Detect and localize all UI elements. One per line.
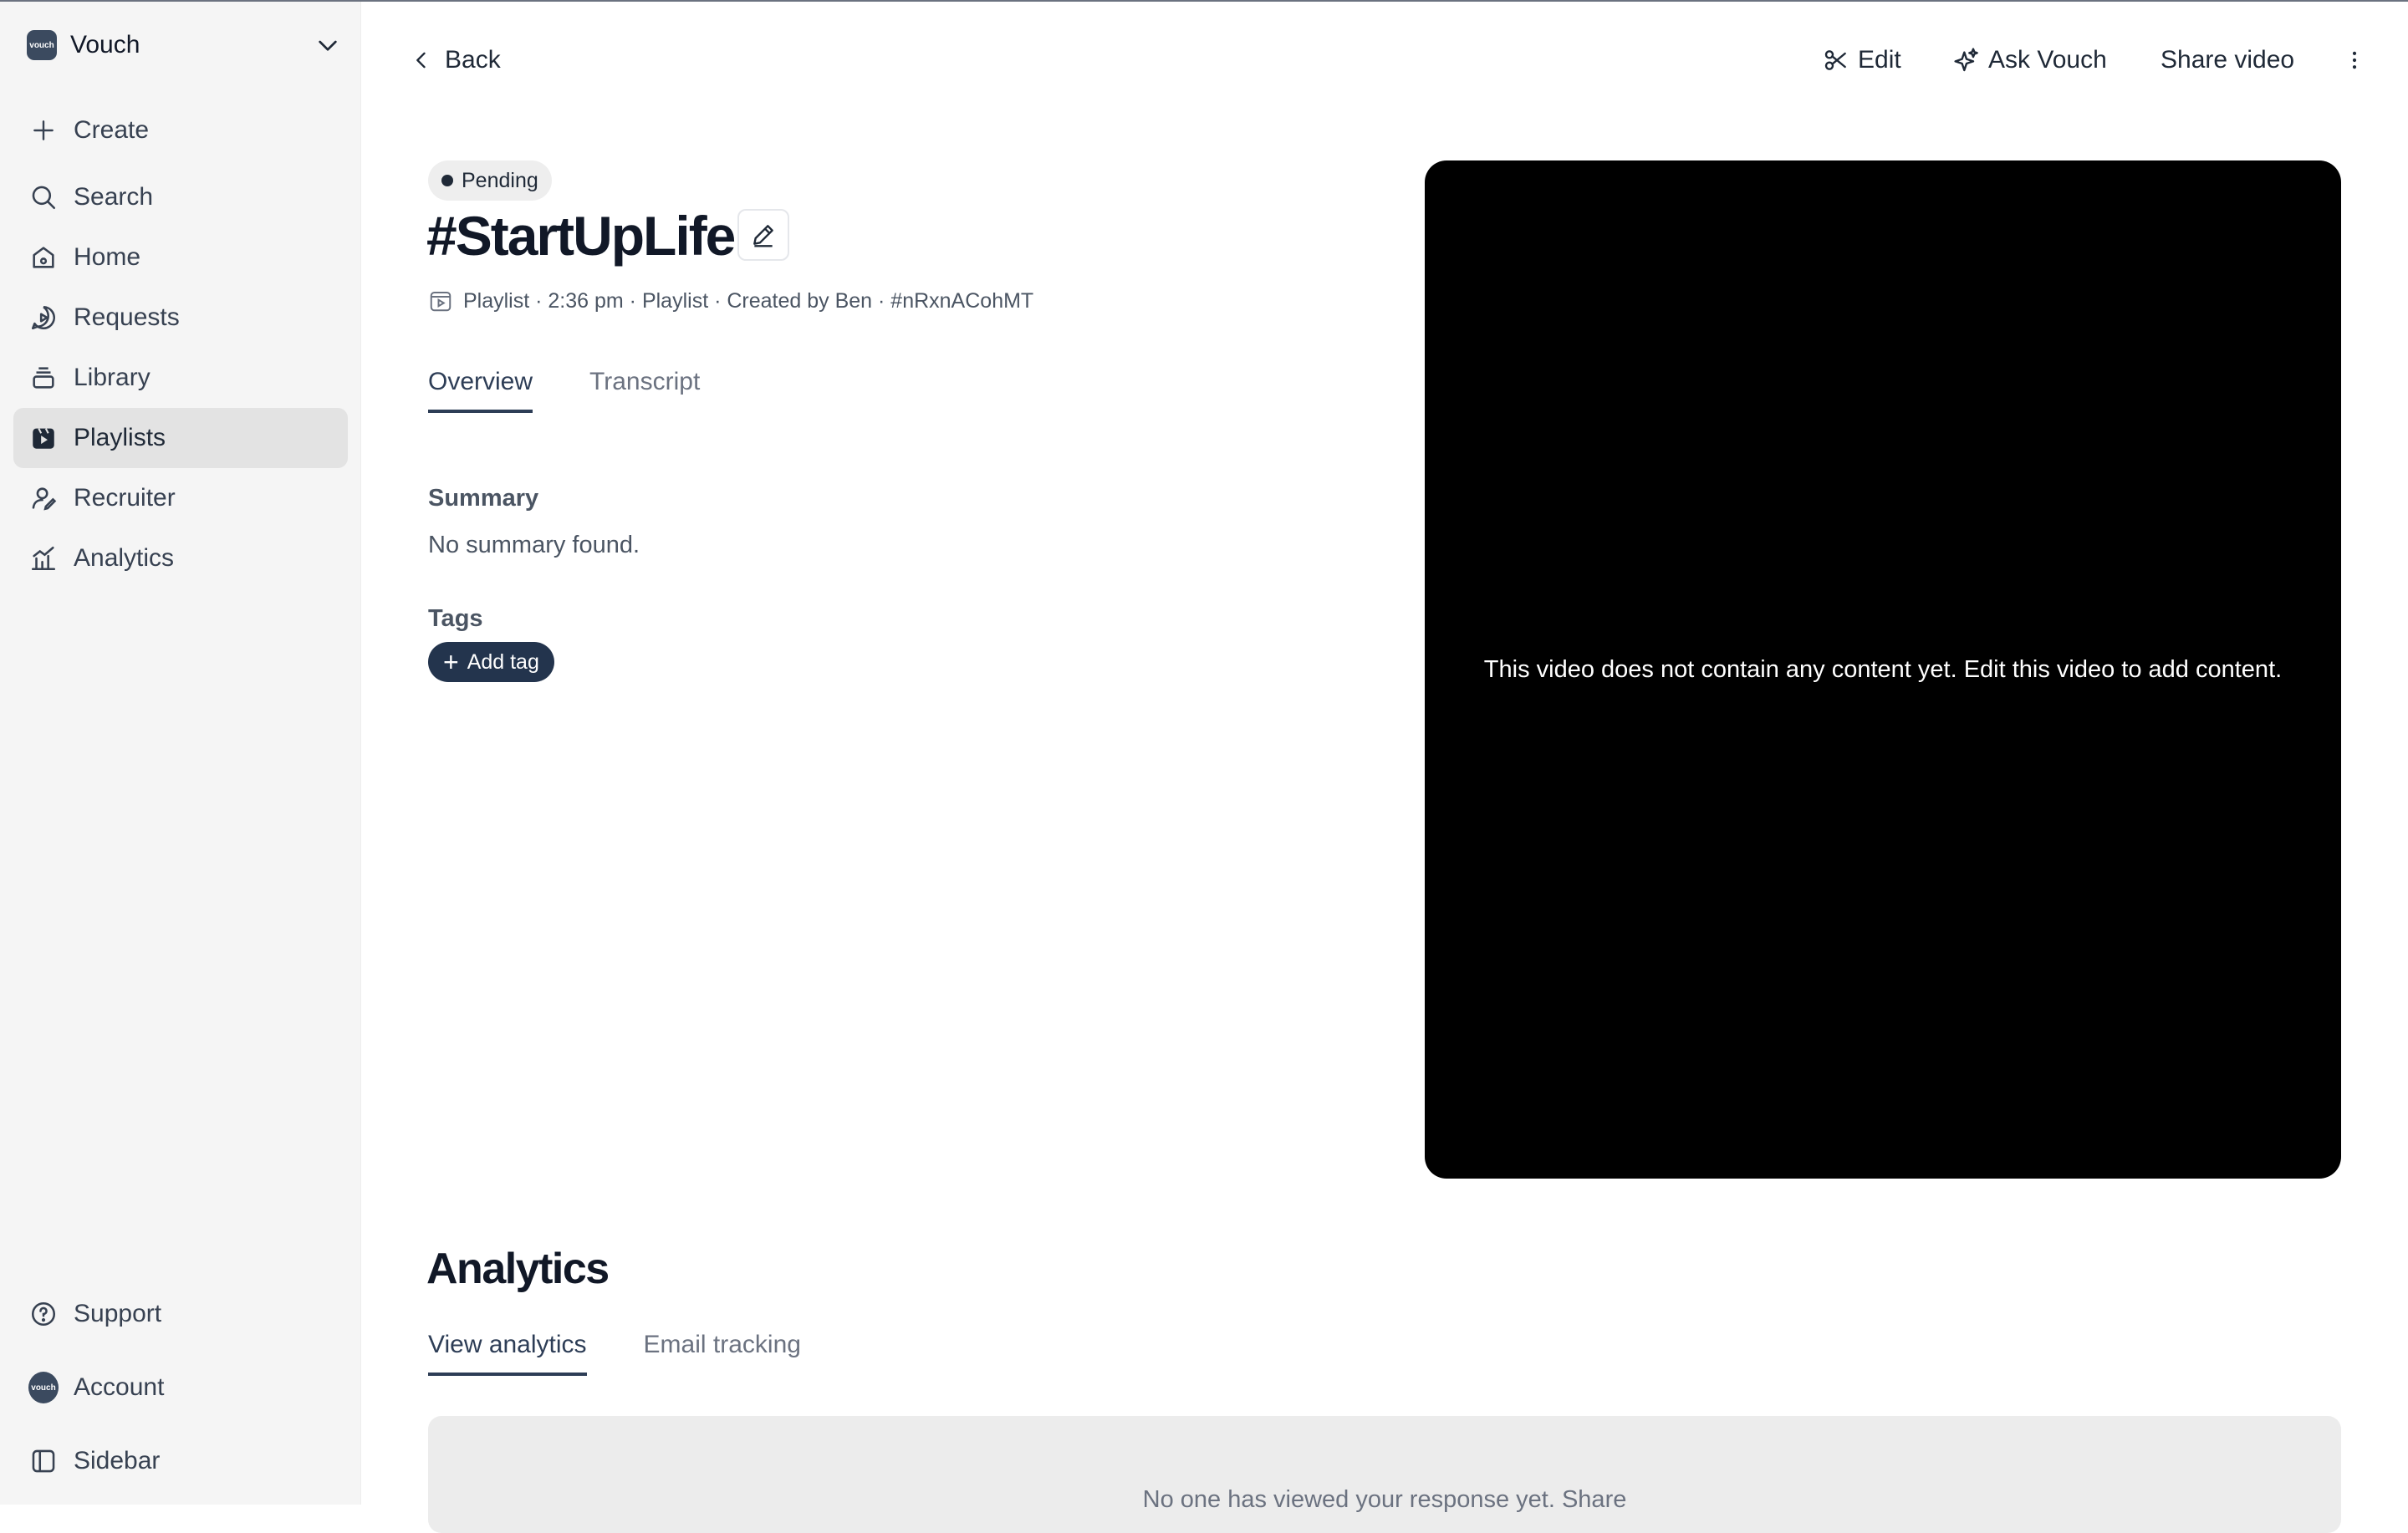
sidebar: vouch Vouch Create Search Home Requests …	[0, 2, 361, 1505]
sidebar-item-search[interactable]: Search	[13, 167, 348, 227]
sidebar-item-label: Analytics	[74, 544, 175, 572]
sidebar-item-create[interactable]: Create	[13, 100, 348, 160]
tab-view-analytics[interactable]: View analytics	[428, 1331, 587, 1376]
video-player[interactable]: This video does not contain any content …	[1425, 160, 2341, 1179]
ask-vouch-button[interactable]: Ask Vouch	[1953, 40, 2107, 80]
sidebar-item-label: Search	[74, 183, 154, 211]
more-options-button[interactable]	[2343, 40, 2366, 80]
workspace-logo: vouch	[27, 30, 57, 60]
sidebar-item-label: Requests	[74, 303, 180, 331]
tab-transcript[interactable]: Transcript	[589, 368, 700, 413]
status-text: Pending	[462, 168, 538, 192]
sidebar-item-label: Create	[74, 116, 150, 144]
search-icon	[28, 182, 59, 212]
status-badge: Pending	[428, 160, 552, 201]
window-top-border	[0, 0, 2408, 2]
analytics-empty-text: No one has viewed your response yet. Sha…	[1142, 1486, 1627, 1513]
pencil-icon	[753, 225, 773, 247]
share-video-button[interactable]: Share video	[2161, 40, 2294, 80]
avatar: vouch	[28, 1372, 59, 1403]
workspace-name: Vouch	[70, 31, 140, 59]
workspace-switcher[interactable]: vouch Vouch	[27, 25, 341, 65]
help-icon	[28, 1299, 59, 1329]
playlists-icon	[28, 423, 59, 453]
analytics-tabs: View analytics Email tracking	[428, 1331, 858, 1376]
analytics-heading: Analytics	[426, 1245, 610, 1293]
sidebar-item-home[interactable]: Home	[13, 227, 348, 288]
summary-heading: Summary	[428, 485, 539, 512]
sidebar-item-recruiter[interactable]: Recruiter	[13, 468, 348, 528]
scissors-icon	[1824, 50, 1846, 70]
sidebar-item-sidebar-toggle[interactable]: Sidebar	[13, 1431, 348, 1491]
back-label: Back	[445, 46, 501, 74]
page-title: #StartUpLife	[426, 205, 736, 267]
sidebar-item-label: Home	[74, 243, 141, 271]
sidebar-item-label: Playlists	[74, 424, 166, 451]
edit-button[interactable]: Edit	[1823, 40, 1901, 80]
plus-icon: +	[443, 647, 459, 677]
add-tag-button[interactable]: + Add tag	[428, 642, 554, 682]
sidebar-item-support[interactable]: Support	[13, 1284, 348, 1344]
playlist-icon	[430, 292, 452, 312]
sidebar-item-account[interactable]: vouch Account	[13, 1357, 348, 1418]
sidebar-item-requests[interactable]: Requests	[13, 288, 348, 348]
analytics-empty-state: No one has viewed your response yet. Sha…	[428, 1416, 2341, 1533]
content-tabs: Overview Transcript	[428, 368, 757, 413]
library-icon	[28, 363, 59, 393]
tab-overview[interactable]: Overview	[428, 368, 533, 413]
summary-text: No summary found.	[428, 532, 640, 558]
sidebar-item-playlists[interactable]: Playlists	[13, 408, 348, 468]
ask-vouch-label: Ask Vouch	[1988, 46, 2107, 74]
recruiter-icon	[28, 483, 59, 513]
status-dot	[441, 175, 453, 186]
chevron-left-icon	[416, 52, 426, 69]
home-icon	[28, 242, 59, 272]
edit-title-button[interactable]	[737, 209, 789, 261]
chevron-down-icon	[319, 40, 337, 51]
sidebar-item-label: Account	[74, 1373, 165, 1401]
sidebar-item-label: Library	[74, 364, 150, 391]
sparkle-icon	[1954, 48, 1978, 72]
video-meta-text: Playlist · 2:36 pm · Playlist · Created …	[463, 288, 1034, 313]
video-meta: Playlist · 2:36 pm · Playlist · Created …	[428, 286, 1033, 316]
share-video-label: Share video	[2161, 46, 2295, 74]
add-tag-label: Add tag	[467, 649, 539, 674]
sidebar-item-label: Support	[74, 1300, 162, 1327]
video-empty-message: This video does not contain any content …	[1483, 655, 2283, 683]
sidebar-toggle-icon	[28, 1446, 59, 1476]
analytics-icon	[28, 543, 59, 573]
sidebar-item-library[interactable]: Library	[13, 348, 348, 408]
sidebar-item-label: Sidebar	[74, 1447, 161, 1474]
sidebar-item-analytics[interactable]: Analytics	[13, 528, 348, 588]
tags-heading: Tags	[428, 605, 483, 632]
sidebar-item-label: Recruiter	[74, 484, 176, 512]
requests-icon	[28, 303, 59, 333]
edit-label: Edit	[1858, 46, 1901, 74]
plus-icon	[28, 115, 59, 145]
back-button[interactable]: Back	[410, 40, 501, 80]
more-vertical-icon	[2352, 51, 2357, 69]
tab-email-tracking[interactable]: Email tracking	[644, 1331, 801, 1376]
